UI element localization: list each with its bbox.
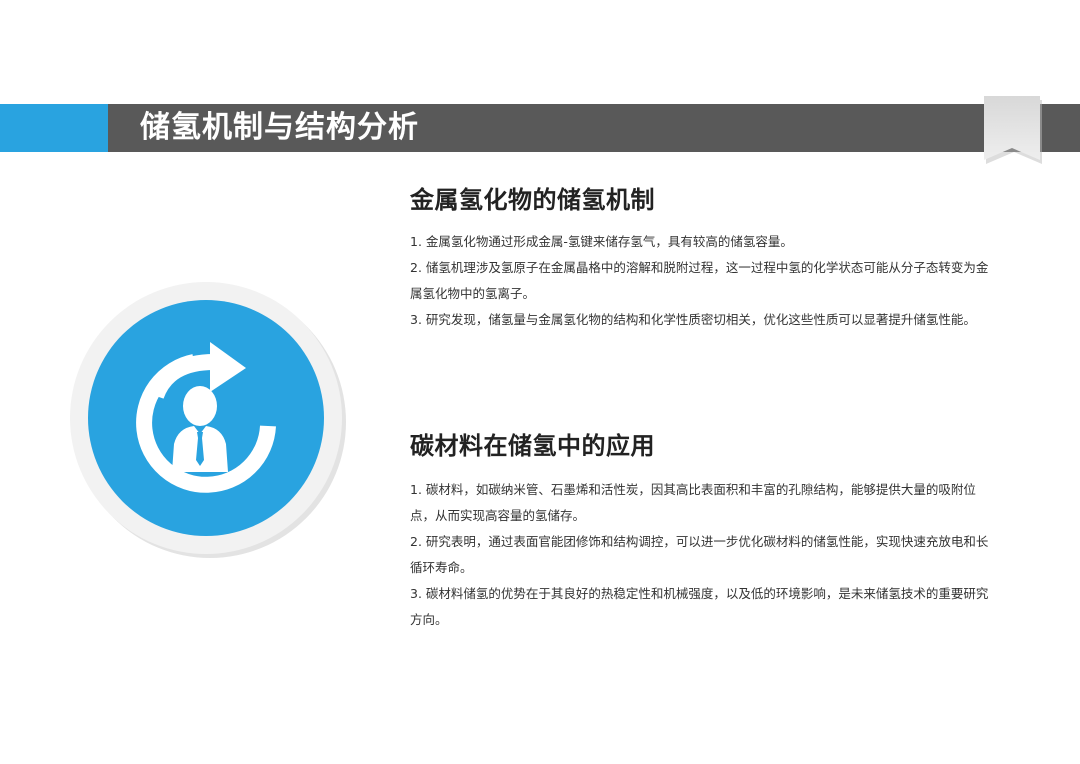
page-title: 储氢机制与结构分析 — [140, 110, 419, 145]
point-item: 1. 碳材料，如碳纳米管、石墨烯和活性炭，因其高比表面积和丰富的孔隙结构，能够提… — [410, 482, 976, 523]
point-item: 3. 研究发现，储氢量与金属氢化物的结构和化学性质密切相关，优化这些性质可以显著… — [410, 312, 976, 327]
point-item: 1. 金属氢化物通过形成金属-氢键来储存氢气，具有较高的储氢容量。 — [410, 234, 793, 249]
title-accent-block — [0, 104, 108, 152]
title-bar: 储氢机制与结构分析 — [0, 104, 1080, 152]
section-carbon-materials: 碳材料在储氢中的应用 1. 碳材料，如碳纳米管、石墨烯和活性炭，因其高比表面积和… — [410, 426, 1000, 633]
point-list: 1. 金属氢化物通过形成金属-氢键来储存氢气，具有较高的储氢容量。 2. 储氢机… — [410, 229, 1000, 333]
point-item: 2. 研究表明，通过表面官能团修饰和结构调控，可以进一步优化碳材料的储氢性能，实… — [410, 534, 989, 575]
refresh-person-icon-badge — [64, 276, 348, 560]
point-item: 3. 碳材料储氢的优势在于其良好的热稳定性和机械强度，以及低的环境影响，是未来储… — [410, 586, 989, 627]
section-title: 碳材料在储氢中的应用 — [410, 432, 655, 460]
bookmark-icon — [984, 96, 1042, 164]
point-list: 1. 碳材料，如碳纳米管、石墨烯和活性炭，因其高比表面积和丰富的孔隙结构，能够提… — [410, 477, 1000, 633]
refresh-person-icon — [70, 282, 346, 558]
point-item: 2. 储氢机理涉及氢原子在金属晶格中的溶解和脱附过程，这一过程中氢的化学状态可能… — [410, 260, 989, 301]
section-metal-hydride: 金属氢化物的储氢机制 1. 金属氢化物通过形成金属-氢键来储存氢气，具有较高的储… — [410, 180, 1000, 333]
section-title: 金属氢化物的储氢机制 — [410, 186, 655, 214]
